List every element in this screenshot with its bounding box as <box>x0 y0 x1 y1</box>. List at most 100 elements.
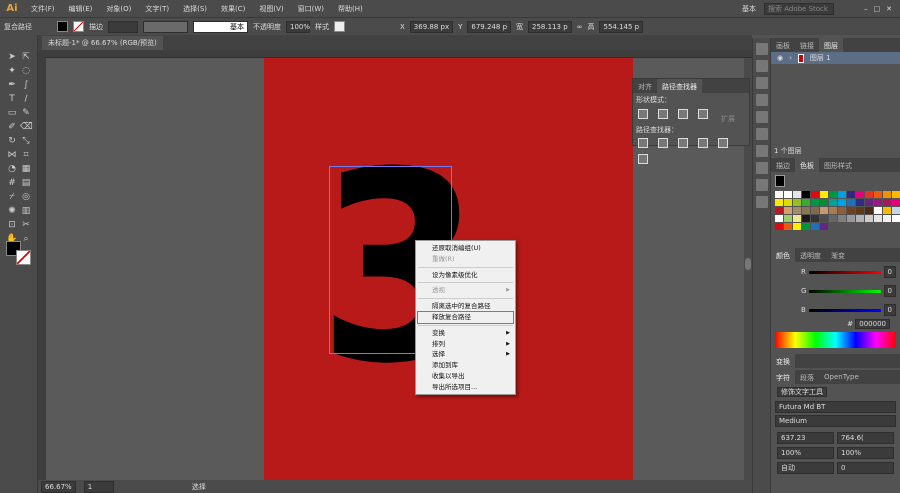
color-swatch[interactable] <box>865 191 873 198</box>
menu-edit[interactable]: 编辑(E) <box>62 4 100 14</box>
color-swatch[interactable] <box>793 191 801 198</box>
color-swatch[interactable] <box>883 199 891 206</box>
maximize-button[interactable]: □ <box>874 5 881 13</box>
mesh-icon[interactable]: # <box>6 177 18 189</box>
paintbrush-icon[interactable]: ✎ <box>20 107 32 119</box>
tab-transparency[interactable]: 透明度 <box>795 248 826 262</box>
variable-width-select[interactable] <box>143 20 188 33</box>
workspace-switcher[interactable]: 基本 <box>742 4 756 14</box>
perspective-icon[interactable]: ▦ <box>20 163 32 175</box>
line-tool-icon[interactable]: / <box>20 93 32 105</box>
brushes-icon[interactable] <box>756 111 768 123</box>
exclude-icon[interactable] <box>698 109 708 119</box>
tab-transform[interactable]: 变换 <box>771 354 795 368</box>
color-swatch[interactable] <box>802 215 810 222</box>
color-swatch[interactable] <box>829 207 837 214</box>
tab-stroke[interactable]: 描边 <box>771 158 795 172</box>
color-spectrum[interactable] <box>775 332 896 348</box>
color-swatch[interactable] <box>883 207 891 214</box>
font-family-select[interactable]: Futura Md BT <box>775 401 896 413</box>
color-swatch[interactable] <box>892 191 900 198</box>
color-swatch[interactable] <box>847 207 855 214</box>
context-menu-item[interactable]: 选择 ▶ <box>416 349 515 360</box>
y-input[interactable]: 679.248 p <box>467 20 512 33</box>
artboard-tool-icon[interactable]: ⊡ <box>6 219 18 231</box>
color-swatch[interactable] <box>847 199 855 206</box>
menu-select[interactable]: 选择(S) <box>176 4 214 14</box>
color-swatch[interactable] <box>775 191 783 198</box>
opacity-label[interactable]: 不透明度 <box>253 22 281 32</box>
document-tab[interactable]: 未标题-1* @ 66.67% (RGB/预览) <box>42 36 163 50</box>
rectangle-tool-icon[interactable]: ▭ <box>6 107 18 119</box>
graph-tool-icon[interactable]: ▥ <box>20 205 32 217</box>
color-swatch[interactable] <box>775 223 783 230</box>
zoom-tool-icon[interactable]: ⌕ <box>20 233 32 245</box>
stroke-label[interactable]: 描边 <box>89 22 103 32</box>
stroke-style-select[interactable]: 基本 <box>193 20 248 33</box>
color-swatch[interactable] <box>874 191 882 198</box>
color-swatch[interactable] <box>838 199 846 206</box>
layer-name[interactable]: 图层 1 <box>810 53 831 63</box>
menu-window[interactable]: 窗口(W) <box>291 4 331 14</box>
font-size-input[interactable]: 637.23 <box>777 432 834 444</box>
color-swatch[interactable] <box>793 223 801 230</box>
menu-help[interactable]: 帮助(H) <box>331 4 370 14</box>
color-swatch[interactable] <box>820 215 828 222</box>
color-swatch[interactable] <box>775 215 783 222</box>
color-swatch[interactable] <box>838 215 846 222</box>
menu-file[interactable]: 文件(F) <box>24 4 62 14</box>
intersect-icon[interactable] <box>678 109 688 119</box>
color-swatch[interactable] <box>838 207 846 214</box>
color-guide-icon[interactable] <box>756 43 768 55</box>
merge-icon[interactable] <box>678 138 688 148</box>
color-swatch[interactable] <box>802 207 810 214</box>
lasso-icon[interactable]: ◌ <box>20 65 32 77</box>
color-swatch[interactable] <box>802 191 810 198</box>
type-tool-icon[interactable]: T <box>6 93 18 105</box>
free-transform-icon[interactable]: ⌗ <box>20 149 32 161</box>
touch-type-button[interactable]: 修饰文字工具 <box>777 387 827 397</box>
opacity-input[interactable]: 100% <box>286 20 310 33</box>
layer-row[interactable]: ◉ › 图层 1 <box>771 52 900 64</box>
context-menu-item[interactable]: 隔离选中的复合路径 <box>416 301 515 312</box>
color-swatch[interactable] <box>775 207 783 214</box>
eraser-icon[interactable]: ⌫ <box>20 121 33 133</box>
color-swatch[interactable] <box>802 199 810 206</box>
minimize-button[interactable]: – <box>864 5 868 13</box>
expand-button[interactable]: 扩展 <box>721 115 735 123</box>
color-swatch[interactable] <box>856 207 864 214</box>
fill-swatch[interactable] <box>57 21 68 32</box>
color-swatch[interactable] <box>784 223 792 230</box>
leading-input[interactable]: 764.6( <box>837 432 894 444</box>
context-menu-item[interactable]: 变换 ▶ <box>416 328 515 339</box>
graphic-style-swatch[interactable] <box>334 21 345 32</box>
color-swatch[interactable] <box>829 191 837 198</box>
color-swatch[interactable] <box>793 199 801 206</box>
color-swatch[interactable] <box>820 223 828 230</box>
g-slider[interactable] <box>809 289 881 293</box>
stock-search[interactable]: 搜索 Adobe Stock <box>764 2 834 15</box>
shape-builder-icon[interactable]: ◔ <box>6 163 18 175</box>
crop-icon[interactable] <box>698 138 708 148</box>
horizontal-scale-input[interactable]: 100% <box>837 447 894 459</box>
outline-icon[interactable] <box>718 138 728 148</box>
vertical-scale-input[interactable]: 100% <box>777 447 834 459</box>
color-swatch[interactable] <box>874 215 882 222</box>
magic-wand-icon[interactable]: ✦ <box>6 65 18 77</box>
color-swatch[interactable] <box>784 191 792 198</box>
minus-back-icon[interactable] <box>638 154 648 164</box>
tab-paragraph[interactable]: 段落 <box>795 370 819 384</box>
context-menu-item[interactable]: 导出所选项目... <box>416 382 515 393</box>
color-swatch[interactable] <box>865 199 873 206</box>
menu-view[interactable]: 视图(V) <box>252 4 290 14</box>
status-tool[interactable]: 选择 <box>192 482 206 492</box>
tab-color[interactable]: 颜色 <box>771 248 795 262</box>
color-swatch[interactable] <box>892 207 900 214</box>
color-swatch[interactable] <box>856 199 864 206</box>
character-styles-icon[interactable] <box>756 145 768 157</box>
context-menu-item[interactable]: 设为像素级优化 <box>416 270 515 281</box>
close-button[interactable]: ✕ <box>886 5 892 13</box>
color-swatch[interactable] <box>883 215 891 222</box>
color-swatch[interactable] <box>820 199 828 206</box>
color-swatch[interactable] <box>847 191 855 198</box>
